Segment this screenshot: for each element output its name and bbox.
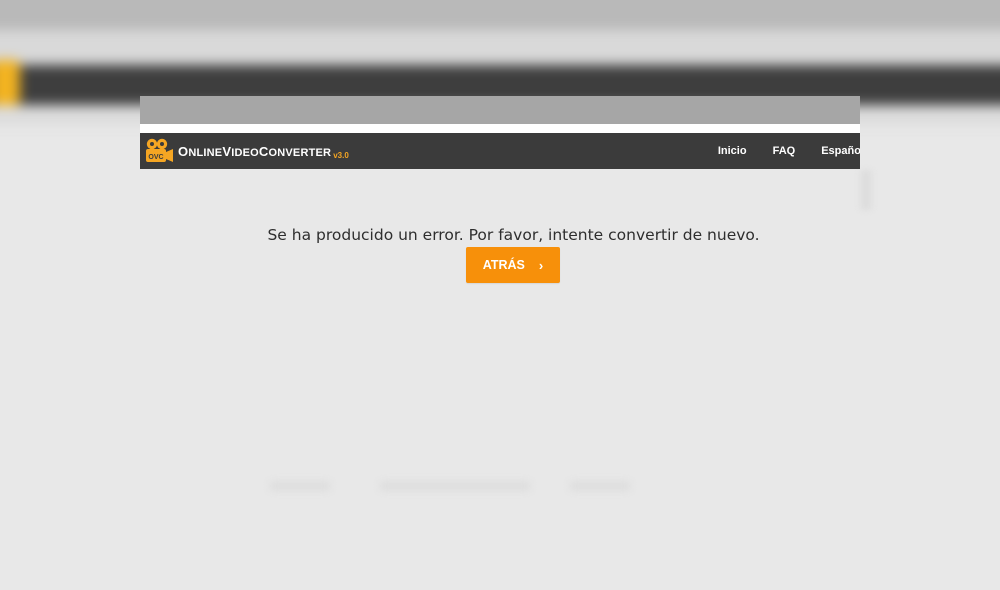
logo-icon-text: OVC [148,154,163,161]
header-top-border [140,124,860,133]
chevron-right-icon: › [538,257,544,273]
back-button[interactable]: ATRÁS › [466,247,560,283]
film-camera-icon: OVC [144,137,174,165]
site-name-part1-rest: NLINE [188,146,223,159]
blurred-tabstrip [0,0,1000,30]
blurred-footer-mark [380,482,530,490]
site-name-part1-initial: O [178,143,189,159]
site-version: v3.0 [333,150,349,160]
screenshot-stage: OVC ONLINEVIDEOCONVERTER v3.0 Inicio FAQ… [0,0,1000,590]
back-button-label: ATRÁS [482,258,525,272]
blurred-edge [860,170,872,210]
blurred-footer-mark [270,482,330,490]
site-logo[interactable]: OVC ONLINEVIDEOCONVERTER v3.0 [144,137,349,165]
site-name: ONLINEVIDEOCONVERTER [178,144,331,159]
site-name-part3-rest: ONVERTER [268,146,332,159]
blurred-footer-mark [570,482,630,490]
browser-toolbar-strip [140,96,860,124]
site-header: OVC ONLINEVIDEOCONVERTER v3.0 Inicio FAQ… [140,133,860,169]
nav-item-inicio[interactable]: Inicio [718,145,747,157]
site-name-part2-initial: V [222,143,232,159]
site-name-part2-rest: IDEO [231,146,259,159]
nav-item-language[interactable]: Español [821,145,860,157]
blurred-toolbar [0,30,1000,65]
nav-item-faq[interactable]: FAQ [773,145,796,157]
main-nav: Inicio FAQ Español [692,133,860,169]
blurred-logo [0,60,20,105]
error-message: Se ha producido un error. Por favor, int… [267,225,760,244]
